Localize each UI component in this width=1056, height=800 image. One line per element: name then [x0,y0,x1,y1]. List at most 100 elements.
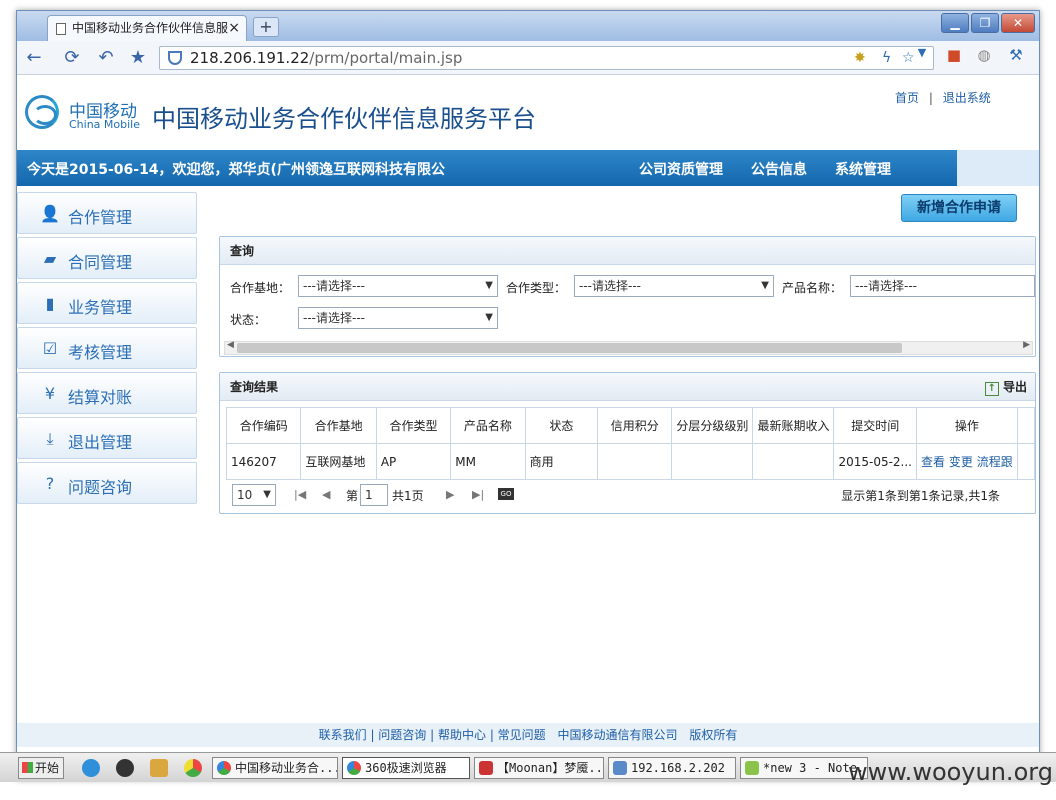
sidebar-item-assessment[interactable]: ☑ 考核管理 [17,327,197,369]
change-link[interactable]: 变更 [949,455,973,469]
go-button[interactable]: GO [498,488,514,500]
sidebar-item-contract[interactable]: ▰ 合同管理 [17,237,197,279]
cell-base: 互联网基地 [300,443,377,480]
scroll-left-icon[interactable]: ◀ [227,340,234,350]
prev-page-icon[interactable]: ◀ [322,488,330,501]
footer-link-question[interactable]: 问题咨询 [378,728,426,742]
nav-announcements[interactable]: 公告信息 [751,159,807,179]
scroll-right-icon[interactable]: ▶ [1023,340,1030,350]
shield-icon [168,51,182,65]
apps-icon[interactable]: ■ [943,46,965,64]
col-header: 合作类型 [375,407,452,444]
page-size-select[interactable]: 10 ▼ [232,484,276,506]
address-toolbar: ← ⟳ ↶ ★ 218.206.191.22/prm/portal/main.j… [17,41,1039,75]
results-panel: 查询结果 ↑ 导出 合作编码 合作基地 合作类型 产品名称 状态 信用积分 分层… [219,372,1036,514]
minimize-button[interactable]: ▁ [941,13,969,33]
main-nav-bar: 今天是2015-06-14，欢迎您，郑华贞(广州领逸互联网科技有限公 公司资质管… [17,150,1039,186]
cell-credit [597,443,673,480]
link-separator: | [928,91,933,105]
wrench-icon[interactable]: ⚒ [1005,46,1027,64]
type-select[interactable]: ---请选择--- ▼ [574,275,774,297]
site-title: 中国移动业务合作伙伴信息服务平台 [152,105,536,133]
page-number-input[interactable]: 1 [360,484,388,506]
results-table: 合作编码 合作基地 合作类型 产品名称 状态 信用积分 分层分级级别 最新账期收… [225,407,1036,480]
notepad-icon [745,761,759,775]
cell-income [752,443,835,480]
bookmark-star-icon[interactable]: ★ [127,47,149,68]
base-select[interactable]: ---请选择--- ▼ [298,275,498,297]
taskbar-item-remote[interactable]: 192.168.2.202 ... [608,757,736,779]
col-header: 产品名称 [450,407,526,444]
taskbar-item-cmcc[interactable]: 中国移动业务合... [212,757,338,779]
logout-link[interactable]: 退出系统 [943,91,991,105]
col-header-spacer [1016,407,1036,444]
globe-icon[interactable]: ◍ [973,46,995,64]
sidebar-item-label: 问题咨询 [68,478,133,497]
page-number-value: 1 [365,488,373,502]
footer-link-faq[interactable]: 常见问题 [498,728,546,742]
sidebar-item-help[interactable]: ? 问题咨询 [17,462,197,504]
type-select-value: ---请选择--- [579,279,641,293]
sidebar-item-business[interactable]: ▮ 业务管理 [17,282,197,324]
chrome-icon[interactable] [184,759,202,777]
browser-tab[interactable]: 中国移动业务合作伙伴信息服 × [47,15,247,41]
base-label: 合作基地： [230,281,291,295]
view-link[interactable]: 查看 [921,455,945,469]
col-header: 合作基地 [300,407,377,444]
nav-qualification[interactable]: 公司资质管理 [639,159,723,179]
steam-icon[interactable] [116,759,134,777]
nav-system[interactable]: 系统管理 [835,159,891,179]
undo-icon[interactable]: ↶ [95,47,117,68]
base-select-value: ---请选择--- [303,279,365,293]
col-header: 操作 [916,407,1018,444]
cell-status: 商用 [524,443,599,480]
last-page-icon[interactable]: ▶| [472,488,484,501]
address-bar[interactable]: 218.206.191.22/prm/portal/main.jsp ✸ ϟ ☆ [159,46,934,70]
tab-close-icon[interactable]: × [228,16,240,40]
book-icon: ▮ [45,294,55,313]
browser-icon [347,761,361,775]
product-input[interactable]: ---请选择--- [850,275,1035,297]
home-link[interactable]: 首页 [895,91,919,105]
scrollbar-thumb[interactable] [237,343,902,353]
add-cooperation-button[interactable]: 新增合作申请 [901,194,1017,222]
maximize-button[interactable]: ❐ [971,13,999,33]
start-button[interactable]: 开始 [18,757,64,779]
next-page-icon[interactable]: ▶ [446,488,454,501]
cell-level [671,443,754,480]
check-icon: ☑ [42,339,58,358]
refresh-icon[interactable]: ⟳ [61,47,83,68]
folder-icon[interactable] [150,759,168,777]
close-window-button[interactable]: ✕ [1001,13,1035,33]
first-page-icon[interactable]: |◀ [294,488,306,501]
extension-icon[interactable]: ✸ [854,47,866,69]
export-button[interactable]: ↑ 导出 [984,378,1027,396]
footer-link-help[interactable]: 帮助中心 [438,728,486,742]
status-label: 状态： [230,313,267,327]
ie-icon[interactable] [82,759,100,777]
dropdown-icon[interactable]: ▼ [911,46,933,59]
horizontal-scrollbar[interactable]: ◀ ▶ [224,340,1033,355]
new-tab-button[interactable]: + [253,17,279,37]
lightning-icon[interactable]: ϟ [882,47,891,69]
download-icon: ⤓ [46,429,54,448]
back-icon[interactable]: ← [23,47,45,68]
sidebar-item-label: 业务管理 [68,298,133,317]
sb-icon [479,761,493,775]
footer-company[interactable]: 中国移动通信有限公司 [558,728,678,742]
folder-icon: ▰ [43,249,57,268]
welcome-text: 今天是2015-06-14，欢迎您，郑华贞(广州领逸互联网科技有限公 [27,162,445,178]
nav-bar-highlight [957,150,1039,186]
sidebar-item-cooperation[interactable]: 👤 合作管理 [17,192,197,234]
footer-link-contact[interactable]: 联系我们 [319,728,367,742]
process-link[interactable]: 流程跟 [977,455,1013,469]
status-select[interactable]: ---请选择--- ▼ [298,307,498,329]
export-label: 导出 [1002,380,1027,394]
taskbar-item-moonan[interactable]: 【Moonan】梦魇... [474,757,604,779]
taskbar-item-label: 360极速浏览器 [365,761,447,775]
pagination: 10 ▼ |◀ ◀ 第 1 共1页 ▶ ▶| GO 显示第1条到第1条记录,共1条 [226,481,1030,509]
sidebar-item-exit[interactable]: ⤓ 退出管理 [17,417,197,459]
sidebar-item-settlement[interactable]: ¥ 结算对账 [17,372,197,414]
total-pages: 共1页 [392,489,424,503]
taskbar-item-360[interactable]: 360极速浏览器 [342,757,470,779]
